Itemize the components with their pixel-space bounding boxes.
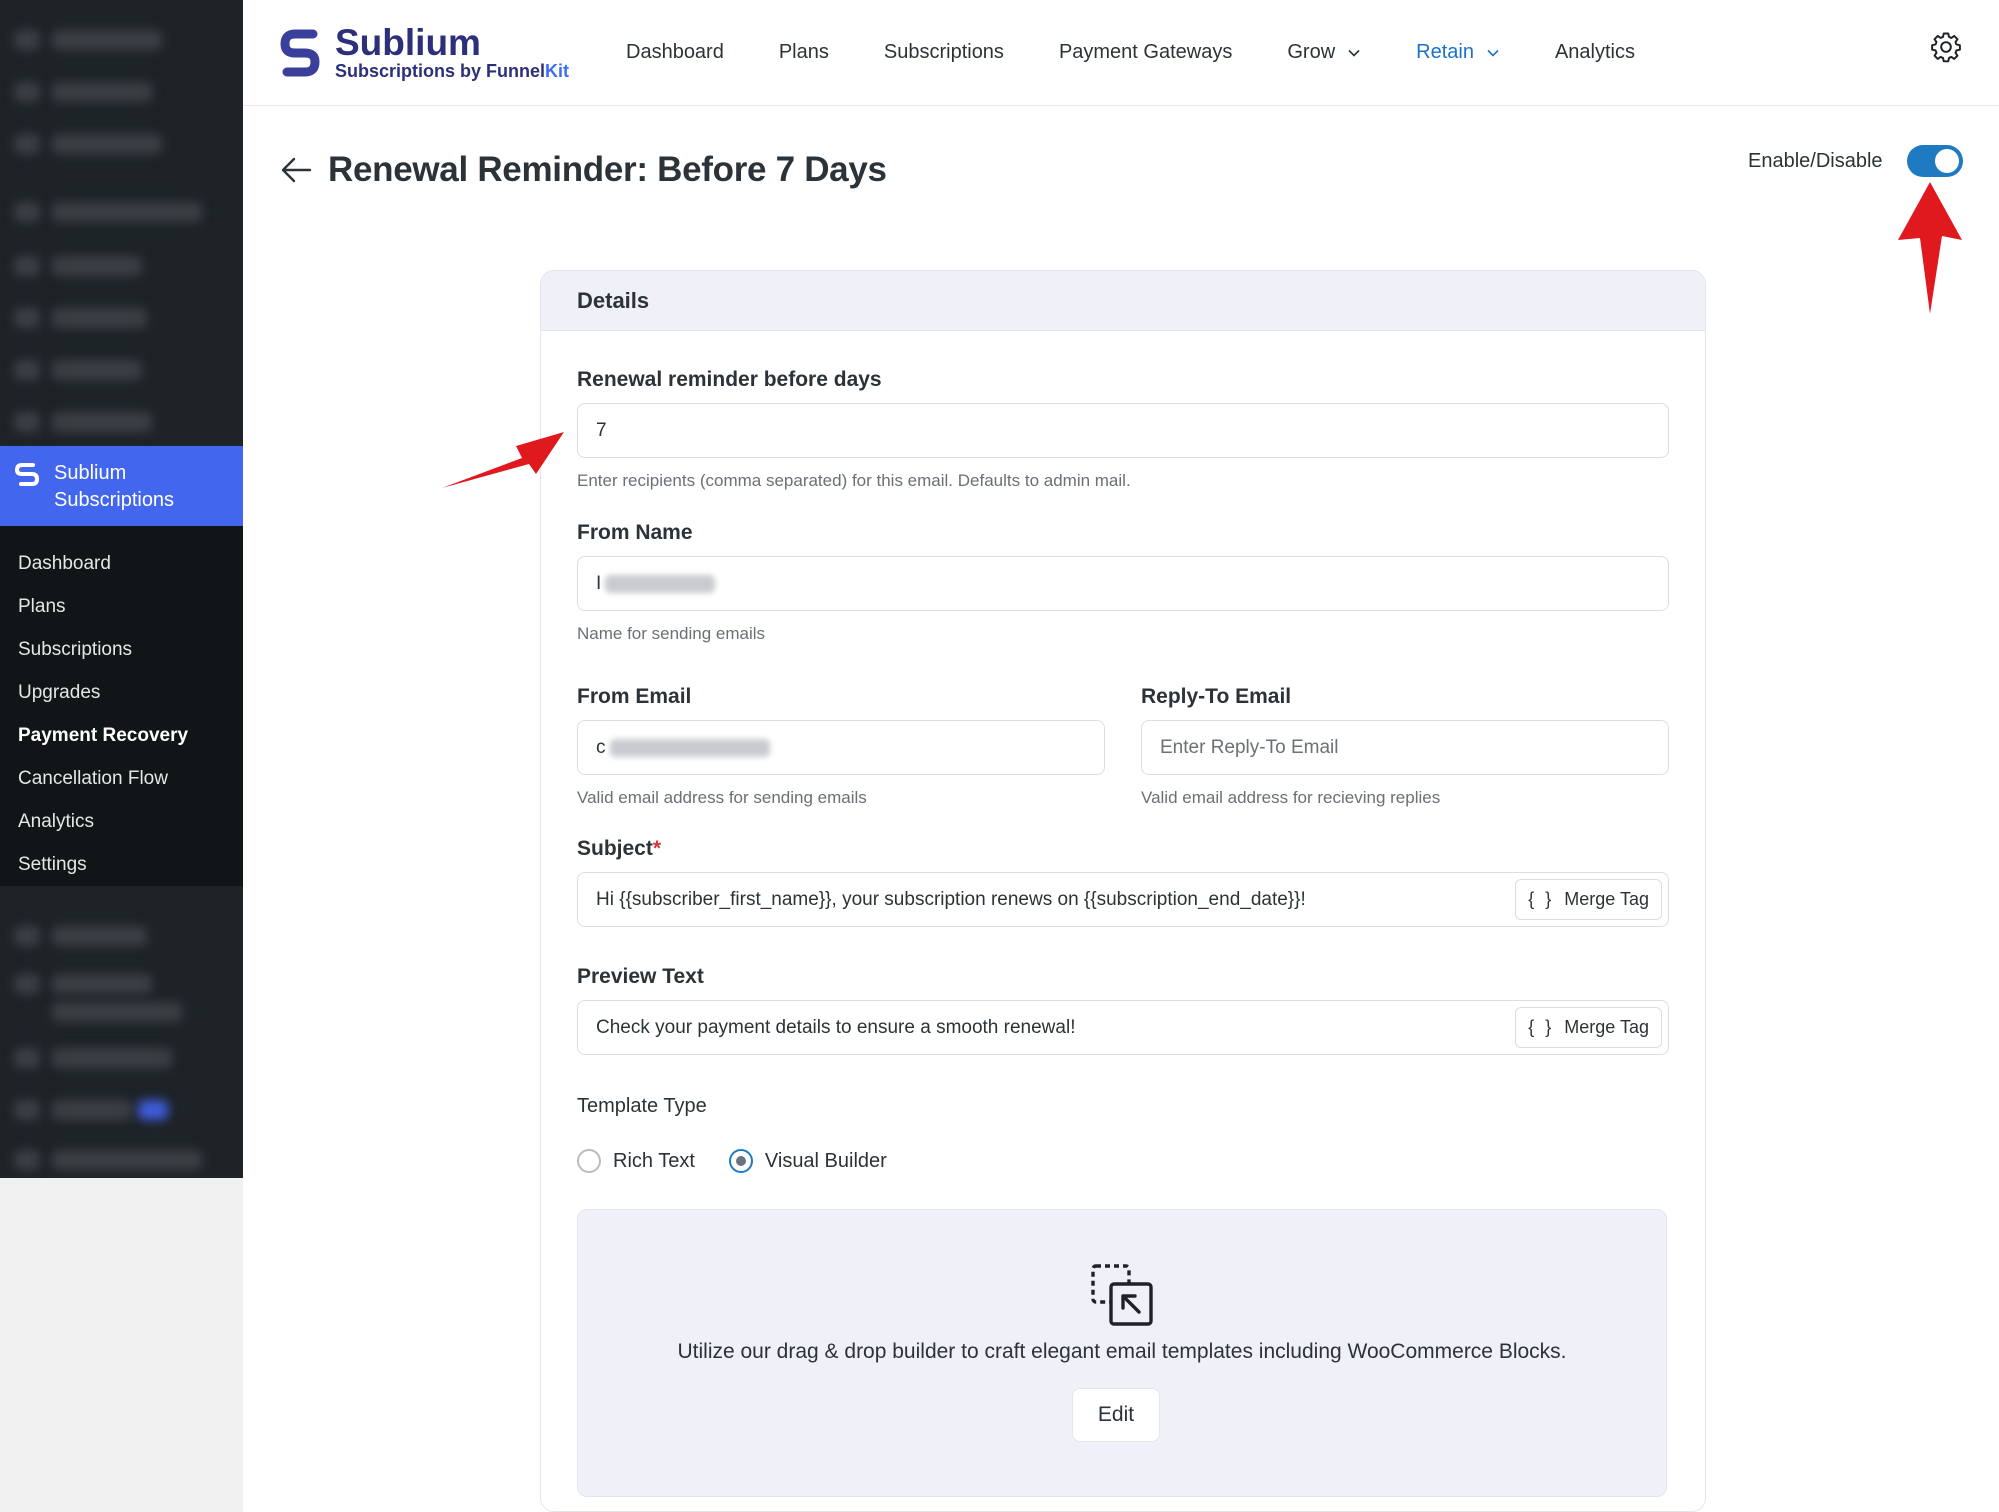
from-email-input[interactable]: c [577,720,1105,775]
from-name-label: From Name [577,521,693,544]
nav-analytics[interactable]: Analytics [1555,41,1635,64]
submenu-payment-recovery[interactable]: Payment Recovery [0,714,243,757]
brand-name: Sublium [335,21,481,63]
brand-tagline: Subscriptions by FunnelKit [335,60,570,81]
from-email-help: Valid email address for sending emails [577,788,867,807]
enable-disable-label: Enable/Disable [1748,149,1883,172]
redacted-value [605,574,716,593]
page-title: Renewal Reminder: Before 7 Days [328,150,887,189]
rich-text-label[interactable]: Rich Text [613,1150,695,1173]
submenu-subscriptions[interactable]: Subscriptions [0,628,243,671]
sidebar-item-sublium[interactable]: Sublium Subscriptions [0,446,243,526]
submenu-upgrades[interactable]: Upgrades [0,671,243,714]
renewal-days-label: Renewal reminder before days [577,368,882,391]
visual-builder-radio[interactable] [728,1149,753,1173]
nav-grow[interactable]: Grow [1287,41,1361,64]
required-mark: * [652,837,662,860]
preview-text-input[interactable]: Check your payment details to ensure a s… [577,1000,1669,1055]
subject-merge-tag-button[interactable]: { } Merge Tag [1515,879,1662,920]
main-nav: Dashboard Plans Subscriptions Payment Ga… [626,41,1690,64]
from-name-input[interactable]: I [577,556,1669,611]
renewal-days-input[interactable]: 7 [577,403,1669,458]
preview-merge-tag-button[interactable]: { } Merge Tag [1515,1007,1662,1048]
blurred-menu-top [0,0,243,446]
brand-logo[interactable]: Sublium Subscriptions by FunnelKit [277,21,607,81]
renewal-days-help: Enter recipients (comma separated) for t… [577,471,1131,490]
subject-label: Subject* [577,837,662,860]
details-card: Details Renewal reminder before days 7 E… [540,270,1706,1512]
sidebar-plugin-label: Sublium Subscriptions [54,462,175,511]
toggle-knob [1934,149,1959,173]
redacted-value [609,738,770,757]
blurred-menu-bottom [0,886,243,1178]
back-arrow-icon[interactable] [280,155,312,185]
from-name-help: Name for sending emails [577,624,766,643]
template-type-options: Rich Text Visual Builder [577,1149,921,1173]
gear-icon[interactable] [1929,30,1963,64]
submenu-plans[interactable]: Plans [0,585,243,628]
drag-drop-icon [1091,1264,1153,1326]
preview-text-label: Preview Text [577,965,704,988]
enable-disable-control: Enable/Disable [1748,145,1963,177]
visual-builder-label[interactable]: Visual Builder [765,1150,887,1173]
visual-builder-panel: Utilize our drag & drop builder to craft… [577,1209,1667,1497]
nav-dashboard[interactable]: Dashboard [626,41,724,64]
admin-sidebar: Sublium Subscriptions Dashboard Plans Su… [0,0,243,1512]
top-bar: Sublium Subscriptions by FunnelKit Dashb… [243,0,1999,106]
page-header: Renewal Reminder: Before 7 Days [280,150,887,190]
submenu-analytics[interactable]: Analytics [0,800,243,843]
builder-description: Utilize our drag & drop builder to craft… [677,1340,1567,1363]
submenu-dashboard[interactable]: Dashboard [0,542,243,585]
subject-input[interactable]: Hi {{subscriber_first_name}}, your subsc… [577,872,1669,927]
nav-plans[interactable]: Plans [779,41,829,64]
nav-subscriptions[interactable]: Subscriptions [884,41,1004,64]
submenu-cancellation-flow[interactable]: Cancellation Flow [0,757,243,800]
card-title: Details [541,271,1705,331]
edit-template-button[interactable]: Edit [1072,1388,1160,1442]
reply-to-help: Valid email address for recieving replie… [1141,788,1441,807]
annotation-arrow-icon [442,432,564,488]
nav-payment-gateways[interactable]: Payment Gateways [1059,41,1232,64]
reply-to-input[interactable]: Enter Reply-To Email [1141,720,1669,775]
reply-to-label: Reply-To Email [1141,685,1292,708]
plugin-submenu: Dashboard Plans Subscriptions Upgrades P… [0,526,243,886]
sublium-logo-icon [14,463,40,486]
submenu-settings[interactable]: Settings [0,843,243,886]
sublium-logo-icon [280,29,320,76]
annotation-arrow-icon [1898,182,1962,314]
rich-text-radio[interactable] [577,1149,601,1173]
template-type-label: Template Type [577,1095,707,1117]
nav-retain[interactable]: Retain [1416,41,1500,64]
chevron-down-icon [1487,49,1499,57]
enable-toggle[interactable] [1906,145,1963,177]
chevron-down-icon [1348,49,1360,57]
from-email-label: From Email [577,685,692,708]
